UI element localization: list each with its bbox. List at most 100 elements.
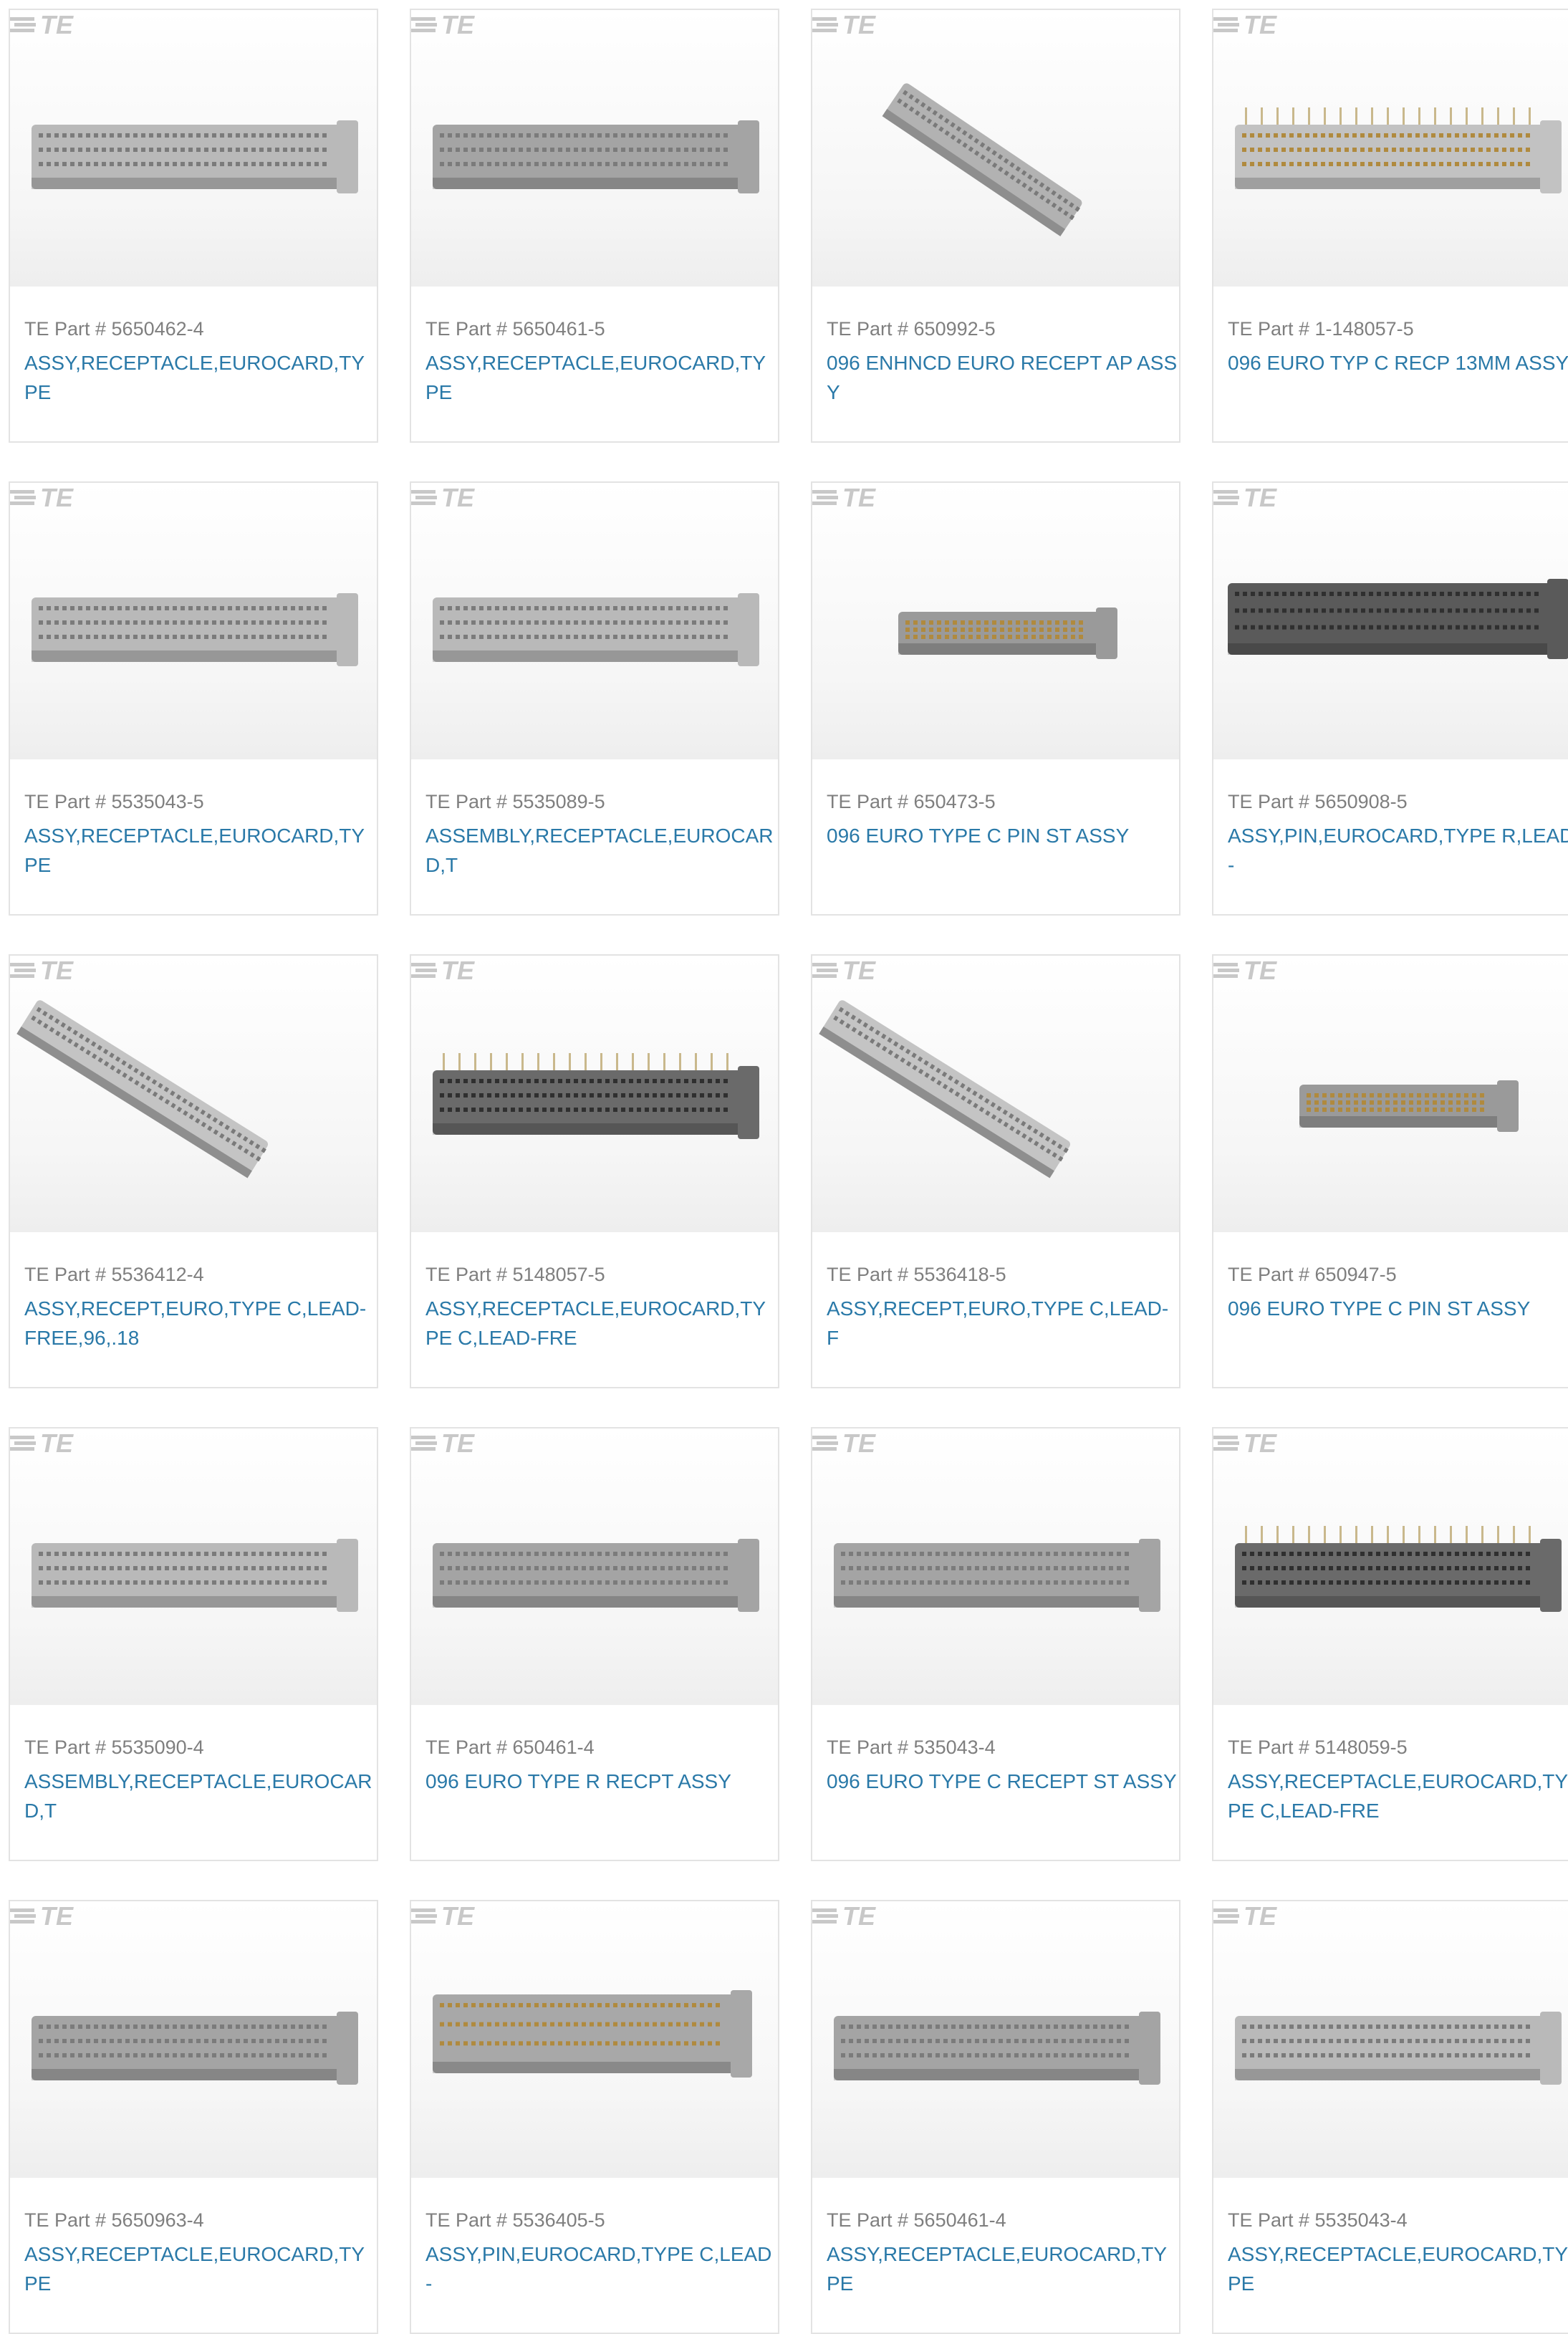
- product-card[interactable]: TE TE Part # 5650461-4 ASSY,RECEPTACLE,EUR…: [811, 1900, 1180, 2334]
- svg-text:TE: TE: [842, 1901, 876, 1930]
- product-image[interactable]: TE: [411, 1901, 778, 2178]
- svg-text:TE: TE: [441, 10, 475, 39]
- svg-text:TE: TE: [40, 483, 74, 512]
- product-image[interactable]: TE: [812, 483, 1179, 759]
- product-image[interactable]: TE: [1213, 1428, 1568, 1705]
- product-image[interactable]: TE: [812, 1428, 1179, 1705]
- connector-image: [898, 607, 1117, 659]
- product-image[interactable]: TE: [10, 10, 377, 287]
- product-card[interactable]: TE TE Part # 650992-5 096 ENHNCD EURO RECE…: [811, 9, 1180, 443]
- part-number: TE Part # 1-148057-5: [1228, 318, 1414, 340]
- svg-text:TE: TE: [441, 1901, 475, 1930]
- part-number: TE Part # 5536418-5: [827, 1264, 1006, 1285]
- connector-image: [1228, 579, 1568, 659]
- product-image[interactable]: TE: [812, 10, 1179, 287]
- product-image[interactable]: TE: [812, 1901, 1179, 2178]
- product-title-link[interactable]: ASSY,RECEPTACLE,EUROCARD,TYPE C,LEAD-FRE: [425, 1294, 776, 1353]
- svg-text:TE: TE: [842, 1428, 876, 1457]
- svg-text:TE: TE: [40, 10, 74, 39]
- product-card[interactable]: TE TE Part # 5535043-5 ASSY,RECEPTACLE,EUR…: [9, 481, 378, 916]
- product-card[interactable]: TE TE Part # 5536418-5 ASSY,RECEPT,EURO,TY…: [811, 954, 1180, 1388]
- product-card[interactable]: TE TE Part # 5650462-4 ASSY,RECEPTACLE,EUR…: [9, 9, 378, 443]
- product-title-link[interactable]: 096 ENHNCD EURO RECEPT AP ASSY: [827, 348, 1178, 407]
- product-image[interactable]: TE: [10, 1901, 377, 2178]
- product-card[interactable]: TE TE Part # 535043-4 096 EURO TYPE C RECE…: [811, 1427, 1180, 1861]
- te-logo-watermark: TE: [10, 483, 74, 512]
- product-title-link[interactable]: 096 EURO TYPE C PIN ST ASSY: [1228, 1294, 1568, 1323]
- svg-text:TE: TE: [441, 483, 475, 512]
- product-image[interactable]: TE: [411, 956, 778, 1232]
- svg-text:TE: TE: [1244, 1901, 1277, 1930]
- product-title-link[interactable]: ASSY,RECEPT,EURO,TYPE C,LEAD-FREE,96,.18: [24, 1294, 375, 1353]
- connector-image: [32, 2012, 358, 2085]
- product-title-link[interactable]: 096 EURO TYPE R RECPT ASSY: [425, 1767, 776, 1796]
- product-image[interactable]: TE: [10, 483, 377, 759]
- product-image[interactable]: TE: [1213, 1901, 1568, 2178]
- connector-image: [1235, 2012, 1562, 2085]
- product-card[interactable]: TE TE Part # 5650908-5 ASSY,PIN,EUROCARD,T…: [1212, 481, 1568, 916]
- product-card[interactable]: TE TE Part # 5535089-5 ASSEMBLY,RECEPTACLE…: [410, 481, 779, 916]
- product-title-link[interactable]: ASSY,RECEPTACLE,EUROCARD,TYPE: [24, 348, 375, 407]
- product-title-link[interactable]: ASSY,PIN,EUROCARD,TYPE R,LEAD-: [1228, 821, 1568, 880]
- product-card[interactable]: TE TE Part # 5536405-5 ASSY,PIN,EUROCARD,T…: [410, 1900, 779, 2334]
- te-logo-watermark: TE: [812, 1428, 876, 1457]
- product-title-link[interactable]: 096 EURO TYPE C RECEPT ST ASSY: [827, 1767, 1178, 1796]
- product-image[interactable]: TE: [1213, 483, 1568, 759]
- product-title-link[interactable]: ASSY,RECEPTACLE,EUROCARD,TYPE: [24, 821, 375, 880]
- product-title-link[interactable]: ASSEMBLY,RECEPTACLE,EUROCARD,T: [425, 821, 776, 880]
- connector-image: [16, 1000, 268, 1178]
- product-image[interactable]: TE: [10, 1428, 377, 1705]
- part-number: TE Part # 5148059-5: [1228, 1737, 1408, 1758]
- svg-text:TE: TE: [441, 1428, 475, 1457]
- te-logo-watermark: TE: [812, 1901, 876, 1930]
- te-logo-watermark: TE: [411, 1901, 475, 1930]
- product-image[interactable]: TE: [1213, 956, 1568, 1232]
- product-image[interactable]: TE: [1213, 10, 1568, 287]
- connector-image: [433, 1990, 752, 2078]
- product-title-link[interactable]: ASSY,RECEPTACLE,EUROCARD,TYPE C,LEAD-FRE: [1228, 1767, 1568, 1825]
- product-title-link[interactable]: ASSY,PIN,EUROCARD,TYPE C,LEAD-: [425, 2239, 776, 2298]
- te-logo-watermark: TE: [812, 483, 876, 512]
- svg-text:TE: TE: [441, 956, 475, 984]
- product-card[interactable]: TE TE Part # 650473-5 096 EURO TYPE C PIN …: [811, 481, 1180, 916]
- product-image[interactable]: TE: [10, 956, 377, 1232]
- product-card[interactable]: TE TE Part # 5148057-5 ASSY,RECEPTACLE,EUR…: [410, 954, 779, 1388]
- product-card[interactable]: TE TE Part # 5148059-5 ASSY,RECEPTACLE,EUR…: [1212, 1427, 1568, 1861]
- product-image[interactable]: TE: [411, 1428, 778, 1705]
- product-card[interactable]: TE TE Part # 5536412-4 ASSY,RECEPT,EURO,TY…: [9, 954, 378, 1388]
- product-card[interactable]: TE TE Part # 5650461-5 ASSY,RECEPTACLE,EUR…: [410, 9, 779, 443]
- product-card[interactable]: TE TE Part # 1-148057-5 096 EURO TYP C REC…: [1212, 9, 1568, 443]
- connector-image: [433, 120, 759, 193]
- connector-image: [32, 1539, 358, 1612]
- svg-text:TE: TE: [40, 1901, 74, 1930]
- product-card[interactable]: TE TE Part # 650947-5 096 EURO TYPE C PIN …: [1212, 954, 1568, 1388]
- product-title-link[interactable]: ASSY,RECEPTACLE,EUROCARD,TYPE: [827, 2239, 1178, 2298]
- connector-image: [433, 1539, 759, 1612]
- product-card[interactable]: TE TE Part # 5535043-4 ASSY,RECEPTACLE,EUR…: [1212, 1900, 1568, 2334]
- product-title-link[interactable]: ASSY,RECEPT,EURO,TYPE C,LEAD-F: [827, 1294, 1178, 1353]
- part-number: TE Part # 5650462-4: [24, 318, 204, 340]
- product-title-link[interactable]: ASSY,RECEPTACLE,EUROCARD,TYPE: [1228, 2239, 1568, 2298]
- part-number: TE Part # 5148057-5: [425, 1264, 605, 1285]
- connector-image: [834, 2012, 1160, 2085]
- product-title-link[interactable]: ASSEMBLY,RECEPTACLE,EUROCARD,T: [24, 1767, 375, 1825]
- te-logo-watermark: TE: [411, 956, 475, 984]
- product-image[interactable]: TE: [411, 10, 778, 287]
- product-title-link[interactable]: ASSY,RECEPTACLE,EUROCARD,TYPE: [425, 348, 776, 407]
- svg-text:TE: TE: [1244, 956, 1277, 984]
- product-image[interactable]: TE: [411, 483, 778, 759]
- part-number: TE Part # 5650461-4: [827, 2209, 1006, 2231]
- part-number: TE Part # 650947-5: [1228, 1264, 1397, 1285]
- product-card[interactable]: TE TE Part # 5650963-4 ASSY,RECEPTACLE,EUR…: [9, 1900, 378, 2334]
- connector-image: [1235, 1526, 1562, 1612]
- product-image[interactable]: TE: [812, 956, 1179, 1232]
- product-title-link[interactable]: ASSY,RECEPTACLE,EUROCARD,TYPE: [24, 2239, 375, 2298]
- te-logo-watermark: TE: [411, 483, 475, 512]
- product-title-link[interactable]: 096 EURO TYPE C PIN ST ASSY: [827, 821, 1178, 850]
- product-title-link[interactable]: 096 EURO TYP C RECP 13MM ASSY: [1228, 348, 1568, 378]
- product-card[interactable]: TE TE Part # 5535090-4 ASSEMBLY,RECEPTACLE…: [9, 1427, 378, 1861]
- part-number: TE Part # 5650461-5: [425, 318, 605, 340]
- connector-image: [1235, 107, 1562, 193]
- product-card[interactable]: TE TE Part # 650461-4 096 EURO TYPE R RECP…: [410, 1427, 779, 1861]
- connector-image: [834, 1539, 1160, 1612]
